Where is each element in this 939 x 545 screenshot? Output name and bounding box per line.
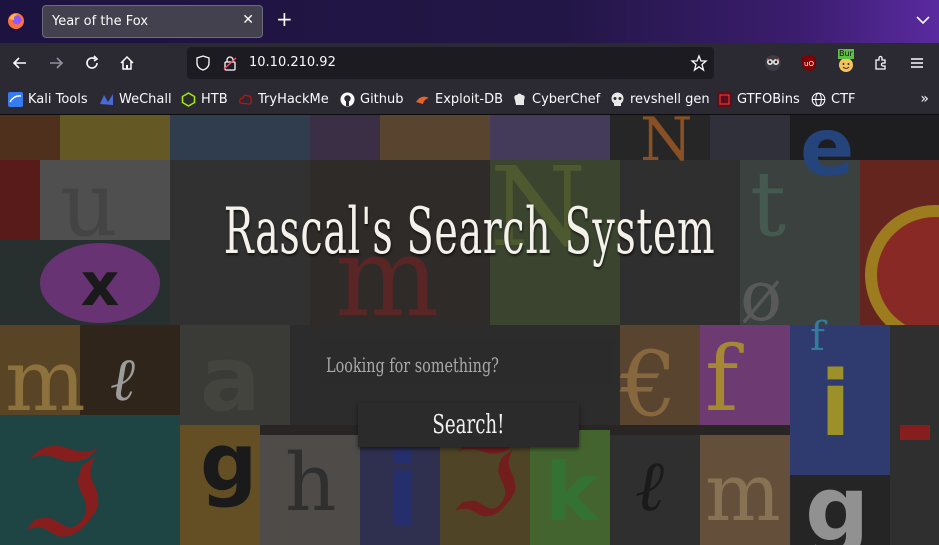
bookmark-label: HTB — [201, 91, 228, 107]
exploitdb-icon — [416, 96, 429, 104]
cyberchef-icon — [514, 93, 525, 105]
bookmark-label: Exploit-DB — [435, 91, 504, 107]
bookmark-cyberchef[interactable]: CyberChef — [512, 90, 600, 108]
lock-insecure-icon[interactable] — [222, 55, 238, 71]
bookmark-label: Github — [360, 91, 404, 107]
bookmark-label: TryHackMe — [258, 91, 329, 107]
search-button[interactable]: Search! — [358, 403, 579, 447]
bookmark-gtfobins[interactable]: GTFOBins — [717, 90, 800, 108]
globe-icon — [811, 92, 826, 106]
bookmark-wechall[interactable]: WeChall — [99, 90, 172, 108]
background-overlay — [0, 115, 939, 545]
gtfobins-icon — [717, 91, 732, 107]
ublock-origin-icon[interactable]: uO — [800, 54, 818, 72]
bookmark-label: CTF — [831, 91, 856, 107]
chevron-down-icon[interactable] — [915, 12, 931, 28]
search-button-label: Search! — [432, 410, 505, 440]
bookmark-label: Kali Tools — [28, 91, 88, 107]
url-text: 10.10.210.92 — [249, 55, 336, 70]
kali-icon — [8, 91, 23, 107]
forward-button[interactable] — [47, 54, 65, 72]
home-button[interactable] — [118, 54, 136, 72]
url-bar[interactable]: 10.10.210.92 — [187, 47, 714, 79]
double-chevron-right-icon[interactable]: » — [920, 91, 929, 107]
close-tab-icon[interactable]: ✕ — [242, 12, 254, 28]
tab-title: Year of the Fox — [52, 14, 149, 29]
bookmark-label: CyberChef — [532, 91, 601, 107]
htb-icon — [181, 91, 196, 107]
bookmark-tryhackme[interactable]: TryHackMe — [238, 90, 329, 108]
extensions-puzzle-icon[interactable] — [872, 54, 890, 72]
active-tab[interactable]: Year of the Fox ✕ — [42, 5, 263, 38]
web-page: x N e u N m t ø m ℓ a € f f i ℑ g h i ℑ … — [0, 115, 939, 545]
tryhackme-icon — [239, 94, 252, 105]
bookmark-label: WeChall — [119, 91, 172, 107]
hamburger-menu-icon[interactable] — [908, 54, 926, 72]
burp-extension[interactable]: Bur — [835, 49, 857, 77]
page-title: Rascal's Search System — [223, 195, 716, 269]
shield-icon[interactable] — [195, 55, 211, 71]
search-input[interactable] — [320, 342, 615, 385]
bookmark-ctf[interactable]: CTF — [811, 90, 856, 108]
bookmark-exploit-db[interactable]: Exploit-DB — [415, 90, 503, 108]
firefox-icon[interactable] — [7, 12, 25, 30]
navigation-toolbar: 10.10.210.92 uO Bur — [0, 43, 939, 83]
bookmark-github[interactable]: Github — [340, 90, 404, 108]
bookmark-revshell-gen[interactable]: revshell gen — [610, 90, 710, 108]
back-button[interactable] — [11, 54, 29, 72]
bookmark-star-icon[interactable] — [690, 54, 708, 72]
new-tab-button[interactable]: + — [276, 9, 293, 29]
bookmark-htb[interactable]: HTB — [181, 90, 228, 108]
bookmarks-toolbar: Kali Tools WeChall HTB TryHackMe Github … — [0, 83, 939, 115]
github-icon — [340, 92, 355, 106]
extension-badge: Bur — [838, 49, 854, 59]
svg-text:uO: uO — [804, 60, 814, 68]
bookmark-kali-tools[interactable]: Kali Tools — [8, 90, 88, 108]
skull-icon — [611, 92, 624, 106]
wechall-icon — [100, 93, 113, 105]
bookmark-label: revshell gen — [630, 91, 710, 107]
extension-owl-icon[interactable] — [764, 54, 782, 72]
bookmark-label: GTFOBins — [737, 91, 800, 107]
reload-button[interactable] — [83, 54, 101, 72]
tab-strip: Year of the Fox ✕ + — [0, 0, 939, 43]
